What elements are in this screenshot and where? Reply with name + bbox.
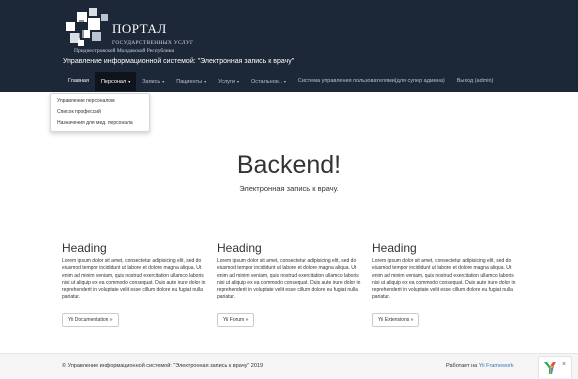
- system-title: Управление информационной системой: "Эле…: [63, 58, 295, 65]
- nav-item-logout[interactable]: Выход (admin): [451, 72, 500, 91]
- nav-item-staff[interactable]: Персонал ▾: [94, 72, 137, 91]
- content-column: Heading Lorem ipsum dolor sit amet, cons…: [372, 240, 518, 327]
- nav-item-home[interactable]: Главная: [62, 72, 95, 91]
- jumbotron: Backend! Электронная запись к врачу.: [0, 150, 578, 193]
- portal-logo[interactable]: ПОРТАЛ ГОСУДАРСТВЕННЫХ УСЛУГ Приднестров…: [64, 8, 204, 56]
- caret-down-icon: ▾: [162, 79, 165, 84]
- header: ПОРТАЛ ГОСУДАРСТВЕННЫХ УСЛУГ Приднестров…: [0, 0, 578, 92]
- nav-item-user-management[interactable]: Система управления пользователями(для су…: [292, 72, 451, 91]
- debug-toolbar-badge[interactable]: ×: [538, 356, 572, 378]
- nav-item-label: Остальное..: [251, 79, 282, 85]
- yii-extensions-button[interactable]: Yii Extensions »: [372, 313, 420, 327]
- footer-copyright: © Управление информационной системой: "Э…: [62, 363, 264, 369]
- dropdown-item-medical-assignments[interactable]: Назначения для мед. персонала: [51, 118, 149, 129]
- nav-item-label: Пациенты: [176, 79, 203, 85]
- footer-powered-by: Работает на Yii Framework: [446, 363, 514, 369]
- logo-title: ПОРТАЛ: [112, 21, 167, 36]
- nav-item-label: Персонал: [100, 79, 127, 85]
- nav-item-patients[interactable]: Пациенты ▾: [170, 72, 212, 91]
- caret-down-icon: ▾: [283, 79, 286, 84]
- column-heading: Heading: [62, 241, 107, 255]
- nav-item-services[interactable]: Услуги ▾: [212, 72, 245, 91]
- powered-by-label: Работает на: [446, 363, 478, 369]
- dropdown-item-staff-management[interactable]: Управление персоналом: [51, 96, 149, 107]
- content-column: Heading Lorem ipsum dolor sit amet, cons…: [62, 240, 208, 327]
- column-text: Lorem ipsum dolor sit amet, consectetur …: [217, 258, 361, 301]
- portal-logo-icon: [66, 8, 108, 46]
- main-navbar: Главная Персонал ▾ Запись ▾ Пациенты ▾ Услу…: [62, 72, 499, 91]
- nav-item-label: Выход (admin): [456, 78, 494, 84]
- nav-item-appointments[interactable]: Запись ▾: [136, 72, 170, 91]
- logo-subtitle-region: Приднестровской Молдавской Республики: [74, 48, 175, 54]
- nav-item-label: Запись: [142, 79, 161, 85]
- content-column: Heading Lorem ipsum dolor sit amet, cons…: [217, 240, 363, 327]
- yii-logo-icon: [544, 362, 556, 374]
- close-icon[interactable]: ×: [562, 361, 566, 368]
- column-text: Lorem ipsum dolor sit amet, consectetur …: [62, 258, 206, 301]
- staff-dropdown-menu: Управление персоналом Список профессий Н…: [50, 93, 150, 132]
- column-text: Lorem ipsum dolor sit amet, consectetur …: [372, 258, 516, 301]
- yii-forum-button[interactable]: Yii Forum »: [217, 313, 255, 327]
- jumbotron-lead: Электронная запись к врачу.: [239, 184, 339, 193]
- dropdown-item-professions[interactable]: Список профессий: [51, 107, 149, 118]
- jumbotron-heading: Backend!: [236, 151, 342, 179]
- caret-down-icon: ▾: [204, 79, 207, 84]
- nav-item-other[interactable]: Остальное.. ▾: [245, 72, 292, 91]
- nav-item-label: Система управления пользователями(для су…: [297, 78, 445, 84]
- nav-item-label: Главная: [68, 78, 89, 84]
- logo-subtitle: ГОСУДАРСТВЕННЫХ УСЛУГ: [112, 40, 194, 46]
- yii-documentation-button[interactable]: Yii Documentation »: [62, 313, 119, 327]
- caret-down-icon: ▾: [128, 79, 131, 84]
- nav-item-label: Услуги: [218, 79, 236, 85]
- yii-framework-link[interactable]: Yii Framework: [479, 363, 514, 369]
- footer: © Управление информационной системой: "Э…: [0, 353, 578, 379]
- content-columns: Heading Lorem ipsum dolor sit amet, cons…: [62, 240, 518, 327]
- caret-down-icon: ▾: [237, 79, 240, 84]
- column-heading: Heading: [372, 241, 417, 255]
- column-heading: Heading: [217, 241, 262, 255]
